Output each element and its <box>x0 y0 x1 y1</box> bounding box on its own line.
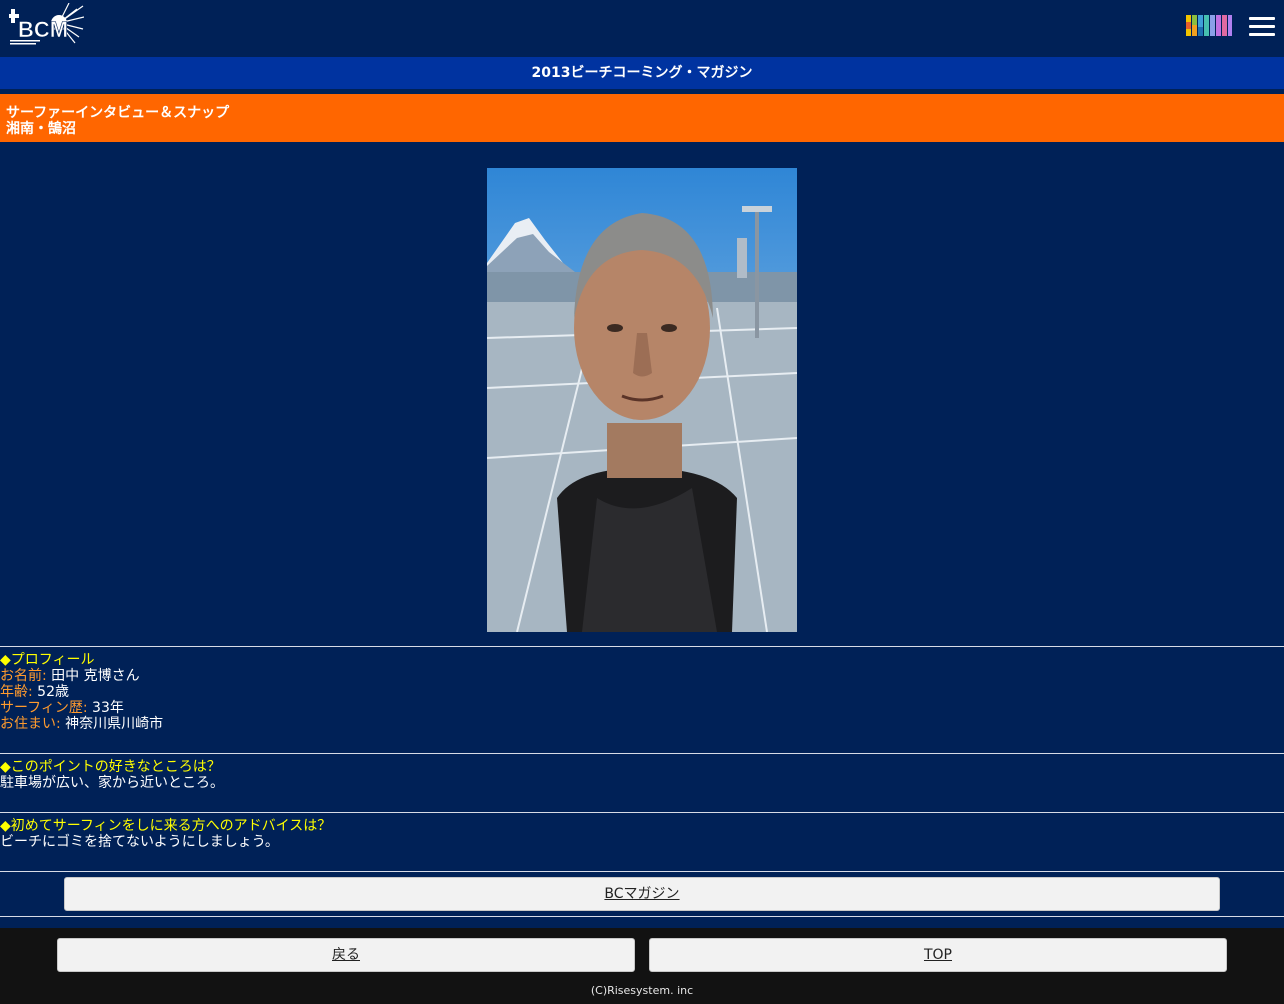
name-value: 田中 克博さん <box>46 668 140 684</box>
hamburger-menu-icon[interactable] <box>1249 17 1275 36</box>
surf-years-label: サーフィン歴: <box>0 700 88 716</box>
qa-answer: ビーチにゴミを捨てないようにしましょう。 <box>0 834 279 850</box>
copyright: (C)Risesystem. inc <box>590 984 694 997</box>
logo-text: BCM <box>18 17 68 42</box>
divider <box>0 753 1284 754</box>
header: BCM <box>0 0 1284 52</box>
profile-residence-row: お住まい: 神奈川県川崎市 <box>0 716 163 732</box>
divider <box>0 871 1284 872</box>
qa-item: ◆このポイントの好きなところは？ 駐車場が広い、家から近いところ。 <box>0 759 224 791</box>
qa-answer: 駐車場が広い、家から近いところ。 <box>0 775 224 791</box>
residence-value: 神奈川県川崎市 <box>60 716 164 732</box>
color-swatches-icon[interactable] <box>1186 15 1232 36</box>
name-label: お名前: <box>0 668 47 684</box>
divider <box>0 646 1284 647</box>
residence-label: お住まい: <box>0 716 61 732</box>
surfer-photo <box>487 168 797 632</box>
surf-years-value: 33年 <box>87 700 124 716</box>
section-header-location: 湘南・鵠沼 <box>6 121 76 137</box>
profile-section: ◆プロフィール お名前: 田中 克博さん 年齢: 52歳 サーフィン歴: 33年… <box>0 652 163 732</box>
back-button[interactable]: 戻る <box>57 938 635 972</box>
profile-surf-years-row: サーフィン歴: 33年 <box>0 700 163 716</box>
profile-heading: ◆プロフィール <box>0 652 95 668</box>
divider <box>0 916 1284 917</box>
section-header: サーファーインタビュー＆スナップ 湘南・鵠沼 <box>0 94 1284 142</box>
bc-magazine-button[interactable]: BCマガジン <box>64 877 1220 911</box>
top-button[interactable]: TOP <box>649 938 1227 972</box>
profile-age-row: 年齢: 52歳 <box>0 684 163 700</box>
qa-question: ◆このポイントの好きなところは？ <box>0 759 221 775</box>
bcm-logo-icon[interactable]: BCM <box>9 3 84 47</box>
page-title: 2013ビーチコーミング・マガジン <box>0 57 1284 89</box>
profile-name-row: お名前: 田中 克博さん <box>0 668 163 684</box>
qa-item: ◆初めてサーフィンをしに来る方へのアドバイスは？ ビーチにゴミを捨てないようにし… <box>0 818 331 850</box>
age-label: 年齢: <box>0 684 33 700</box>
age-value: 52歳 <box>32 684 69 700</box>
divider <box>0 812 1284 813</box>
qa-question: ◆初めてサーフィンをしに来る方へのアドバイスは？ <box>0 818 332 834</box>
